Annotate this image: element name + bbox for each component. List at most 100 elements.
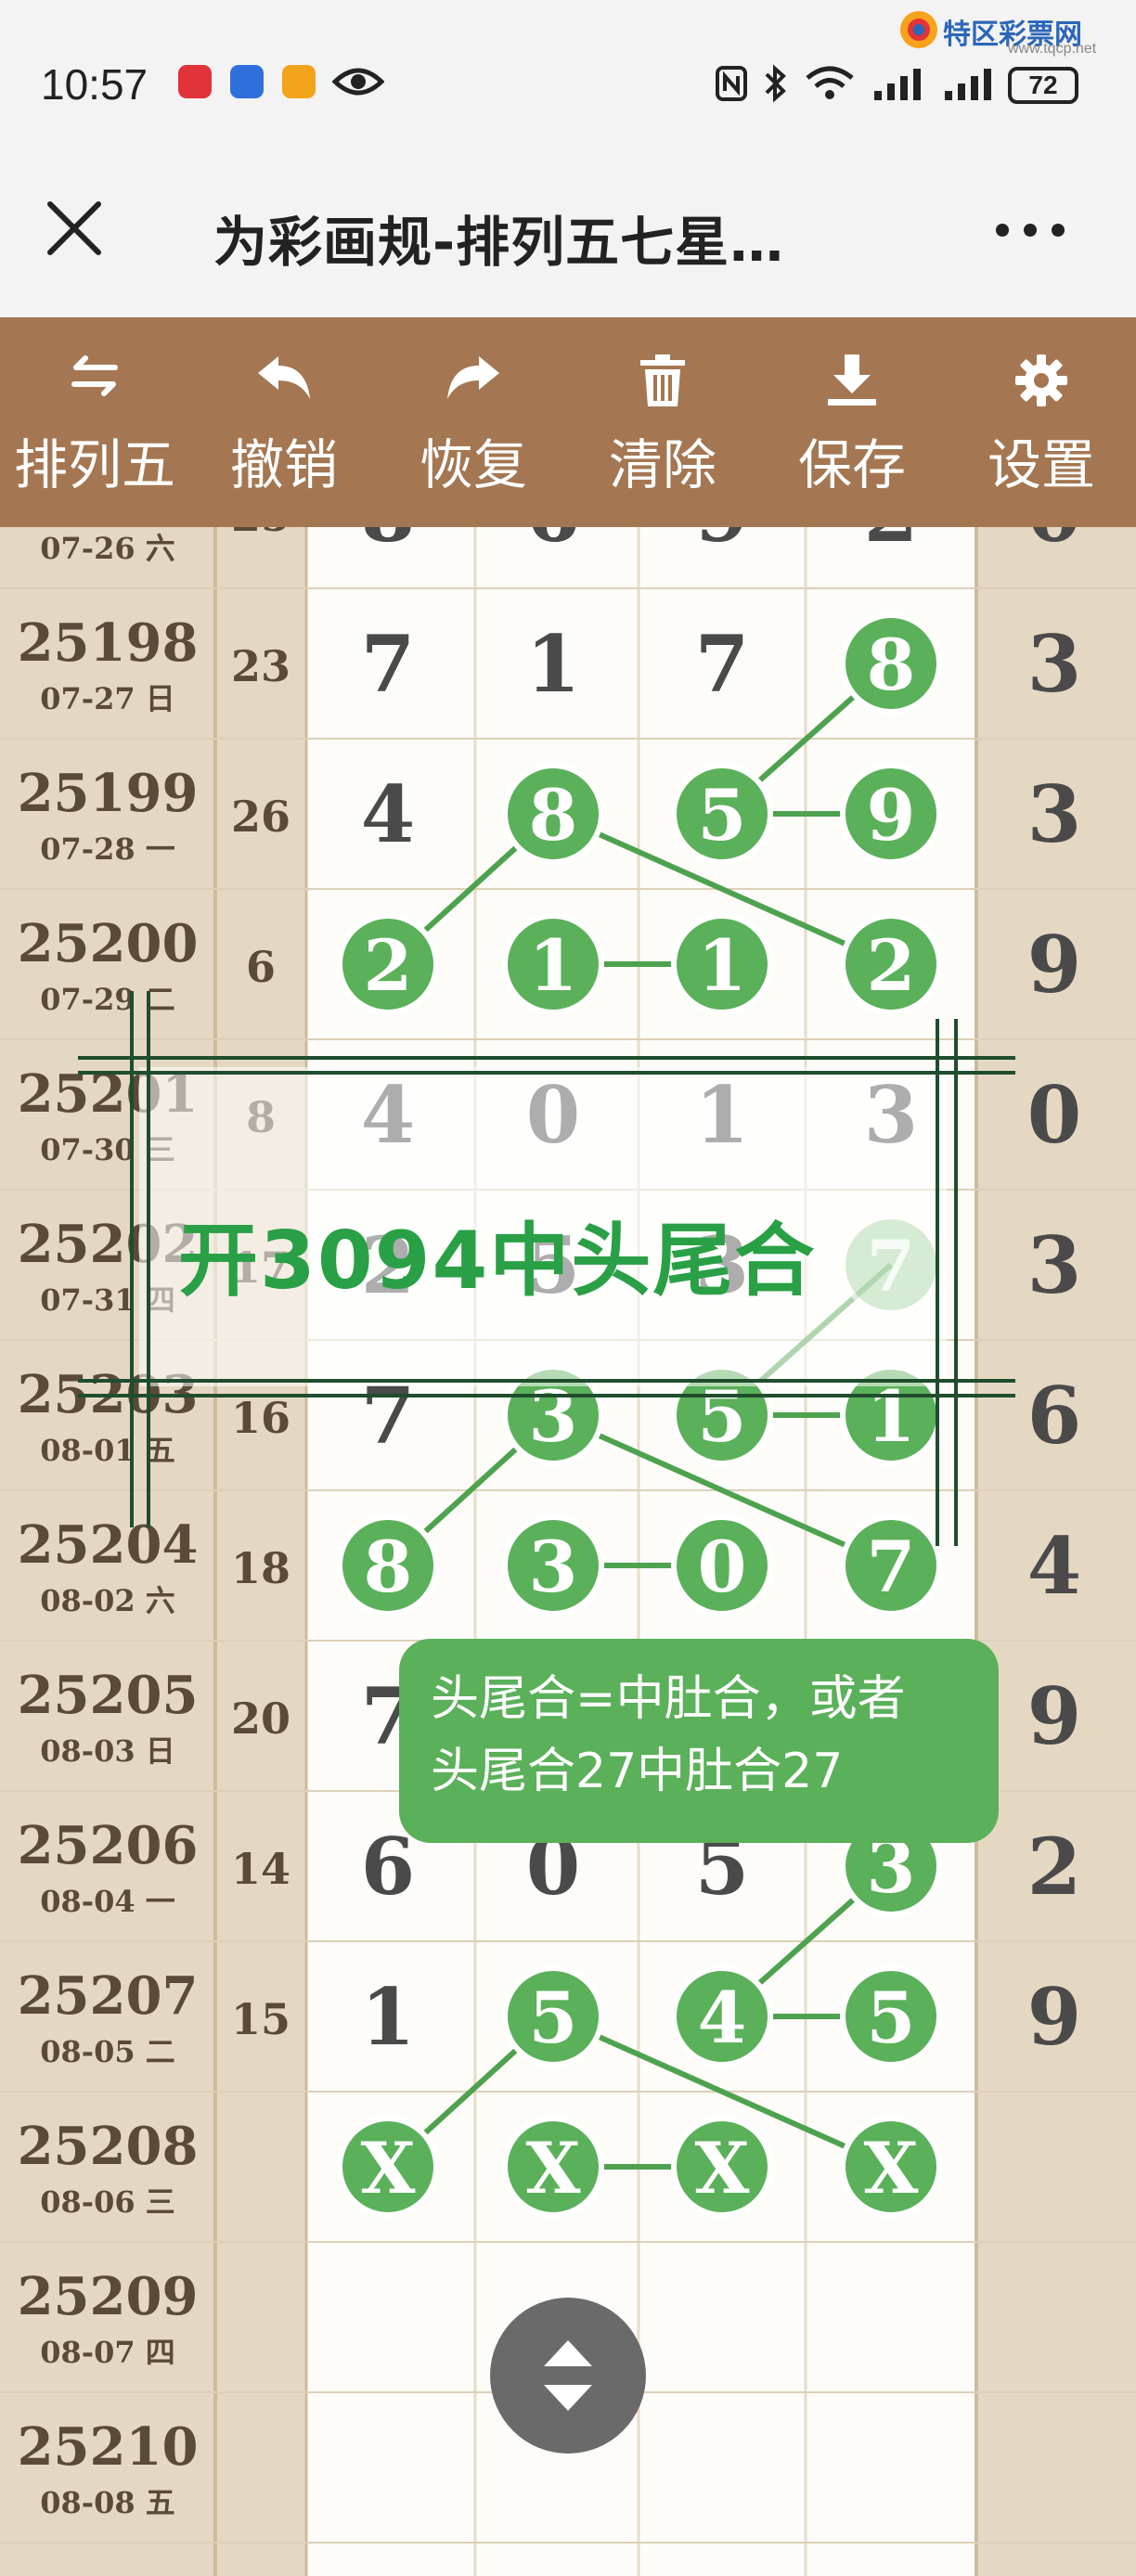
digit-value: 6 (526, 527, 580, 560)
digit-value: X (695, 2127, 750, 2209)
digit-value: 1 (698, 924, 747, 1007)
toolbar-label: 排列五 (13, 433, 175, 496)
issue-number: 25205 (18, 1665, 199, 1726)
swap-icon (71, 355, 118, 396)
issue-date: 08-01 五 (40, 1433, 175, 1468)
issue-date: 07-26 六 (40, 531, 175, 566)
trash-icon (640, 354, 685, 406)
toolbar-undo-button[interactable]: 撤销 (189, 317, 379, 527)
issue-date: 08-08 五 (40, 2485, 175, 2520)
digit-value: X (864, 2127, 919, 2209)
status-bar: 10:57 72 特区彩票网 www.tqcp.net (0, 0, 1136, 167)
toolbar: 排列五 撤销 恢复 清除 保存 设置 (0, 317, 1136, 527)
digit-sum: 20 (231, 1694, 290, 1744)
lottery-trend-grid[interactable]: 2519707-26 六25869202519807-27 日237178325… (0, 527, 1136, 2576)
digit-value: 9 (1027, 1971, 1081, 2063)
issue-number: 25210 (18, 2416, 199, 2478)
eye-icon (332, 68, 384, 96)
toolbar-label: 清除 (608, 433, 716, 496)
toolbar-clear-button[interactable]: 清除 (568, 317, 757, 527)
toolbar-save-button[interactable]: 保存 (757, 317, 947, 527)
digit-value: 5 (867, 1977, 916, 2059)
toolbar-game-switch-button[interactable]: 排列五 (0, 317, 189, 527)
digit-value: 2 (1027, 1821, 1081, 1913)
digit-value: 2 (867, 924, 916, 1007)
tooltip-line-1: 头尾合=中肚合，或者 (431, 1671, 906, 1727)
digit-value: 2 (864, 527, 918, 560)
issue-date: 07-27 日 (40, 681, 175, 716)
digit-value: 0 (698, 1526, 747, 1608)
digit-value: 4 (1027, 1520, 1081, 1612)
close-button[interactable] (37, 191, 111, 265)
digit-value: 4 (698, 1977, 747, 2059)
digit-value: 9 (1027, 919, 1081, 1011)
digit-value: 7 (867, 1526, 916, 1608)
grid-canvas[interactable]: 2519707-26 六25869202519807-27 日237178325… (0, 527, 1136, 2576)
issue-date: 08-05 二 (40, 2034, 175, 2069)
issue-number: 25204 (18, 1514, 199, 1576)
issue-date: 08-03 日 (40, 1733, 175, 1769)
toolbar-label: 保存 (797, 433, 906, 496)
toolbar-settings-button[interactable]: 设置 (947, 317, 1136, 527)
digit-sum: 23 (231, 641, 290, 691)
digit-value: 5 (529, 1977, 578, 2059)
issue-number: 25199 (18, 763, 199, 824)
gear-icon (1015, 354, 1067, 406)
digit-value: 7 (695, 618, 749, 710)
issue-date: 07-28 一 (40, 831, 175, 867)
issue-number: 25207 (18, 1965, 199, 2027)
issue-number: 25200 (18, 913, 199, 974)
page-title: 为彩画规-排列五七星… (213, 211, 785, 274)
toolbar-label: 恢复 (419, 433, 527, 496)
bluetooth-icon (765, 64, 786, 103)
digit-value: 5 (698, 1375, 747, 1458)
digit-value: 6 (1027, 1370, 1081, 1462)
digit-value: 1 (361, 1971, 415, 2063)
digit-value: 2 (364, 924, 413, 1007)
digit-sum: 25 (231, 527, 290, 541)
digit-value: 0 (1027, 527, 1081, 560)
digit-value: 8 (364, 1526, 413, 1608)
toolbar-redo-button[interactable]: 恢复 (379, 317, 568, 527)
digit-value: 1 (529, 924, 578, 1007)
digit-sum: 14 (231, 1844, 290, 1894)
up-down-arrows-icon (544, 2340, 592, 2411)
download-icon (828, 354, 876, 406)
digit-value: 5 (698, 774, 747, 857)
digit-value: 0 (1027, 1069, 1081, 1161)
digit-value: 3 (529, 1526, 578, 1608)
mail-app-icon (178, 65, 212, 98)
close-icon (47, 201, 101, 255)
digit-value: 1 (526, 618, 580, 710)
issue-number: 25209 (18, 2266, 199, 2327)
signal-icon (874, 69, 921, 100)
issue-number: 25206 (18, 1815, 199, 1876)
issue-date: 08-07 四 (40, 2335, 175, 2370)
watermark-url: www.tqcp.net (1008, 41, 1097, 57)
issue-date: 08-06 三 (40, 2184, 175, 2220)
digit-value: 3 (1027, 618, 1081, 710)
nfc-icon (716, 66, 747, 101)
issue-date: 08-04 一 (40, 1884, 175, 1919)
digit-sum: 6 (246, 942, 276, 992)
watermark-logo-icon (900, 11, 937, 48)
annotation-tooltip: 头尾合=中肚合，或者 头尾合27中肚合27 (399, 1639, 999, 1843)
issue-date: 07-29 二 (40, 982, 175, 1017)
issue-number: 25208 (18, 2116, 199, 2177)
digit-sum: 26 (231, 792, 290, 842)
digit-value: 3 (1027, 768, 1081, 860)
message-app-icon (282, 65, 316, 98)
issue-number: 25198 (18, 612, 199, 674)
scroll-toggle-button[interactable] (490, 2298, 646, 2454)
wifi-icon (806, 66, 854, 99)
digit-sum: 16 (231, 1393, 290, 1443)
more-menu-button[interactable] (984, 202, 1077, 258)
status-time: 10:57 (41, 60, 148, 109)
digit-value: 8 (867, 624, 916, 706)
digit-value: 9 (867, 774, 916, 857)
digit-value: 7 (361, 618, 415, 710)
redo-icon (447, 356, 499, 399)
tooltip-line-2: 头尾合27中肚合27 (431, 1744, 844, 1799)
digit-value: 3 (1027, 1219, 1081, 1311)
digit-value: X (526, 2127, 581, 2209)
